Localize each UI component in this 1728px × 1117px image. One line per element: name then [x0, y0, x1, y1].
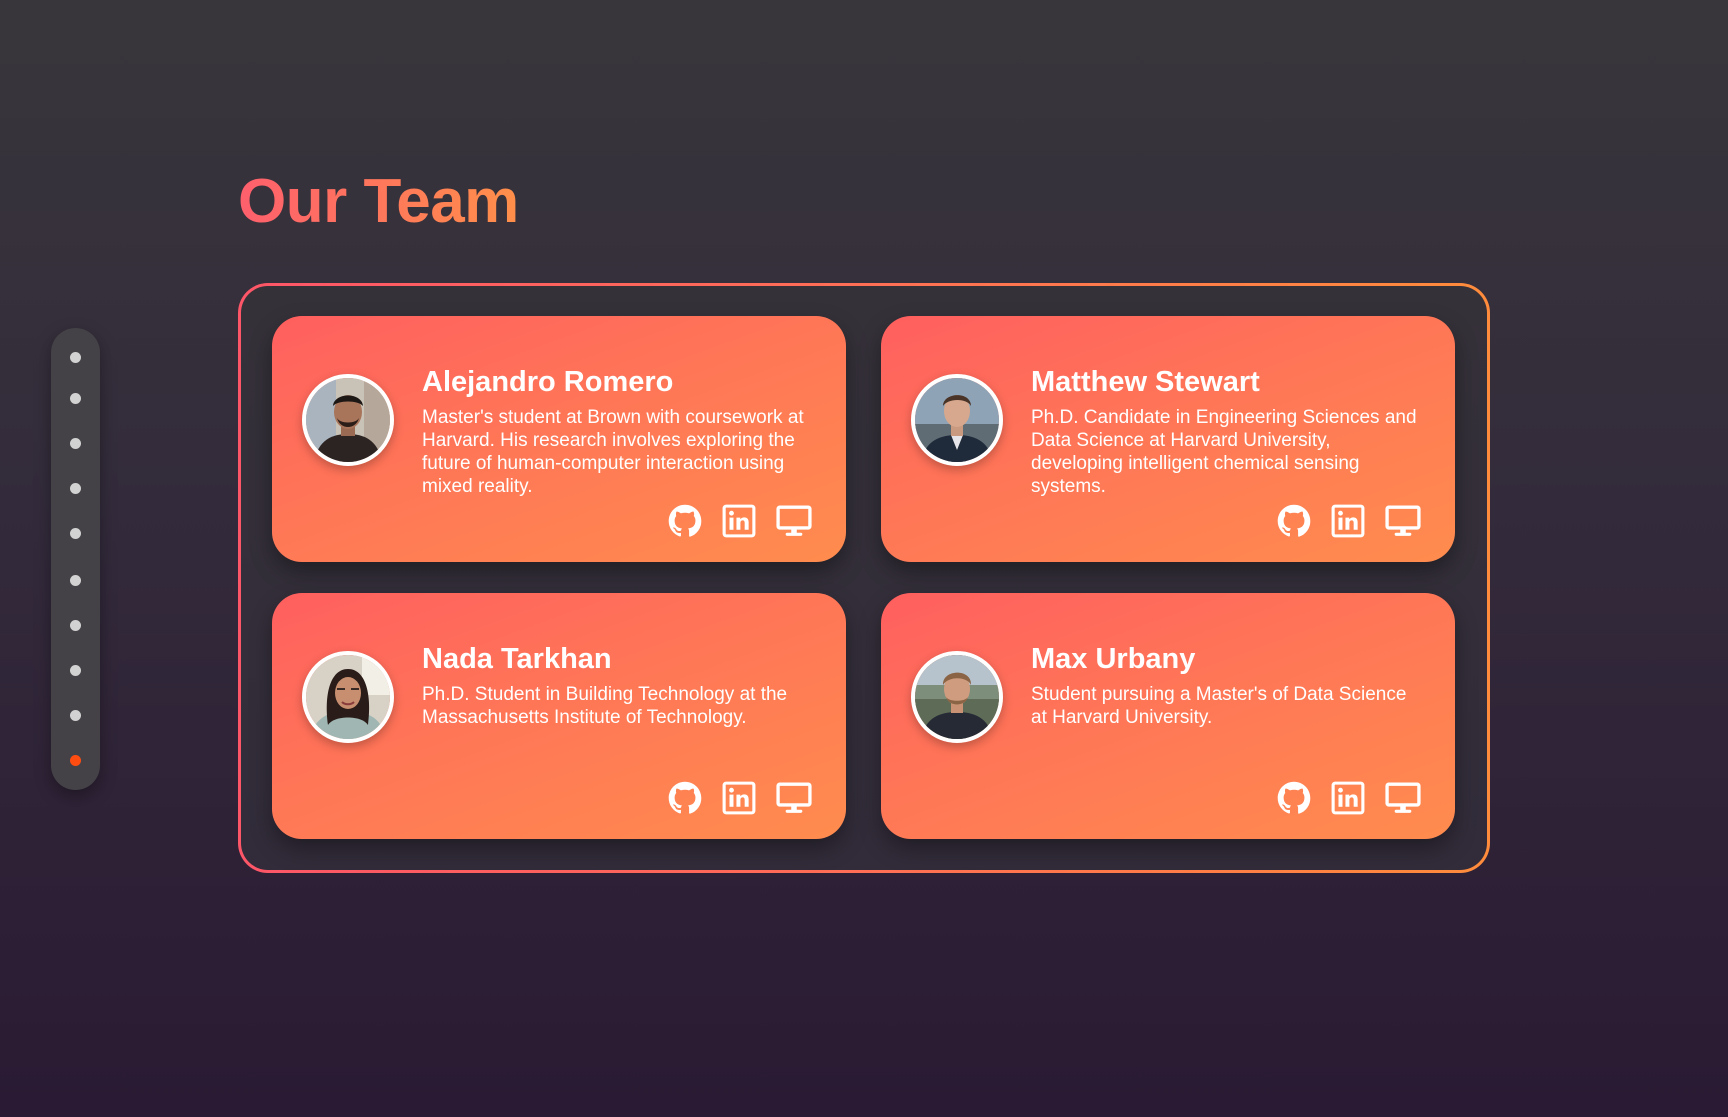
github-icon[interactable] — [668, 781, 702, 815]
nav-dot-10-active[interactable] — [70, 755, 81, 766]
team-card-max-urbany: Max Urbany Student pursuing a Master's o… — [881, 593, 1455, 839]
nav-dot-9[interactable] — [70, 710, 81, 721]
monitor-icon[interactable] — [776, 781, 812, 815]
monitor-icon[interactable] — [776, 504, 812, 538]
avatar-photo — [911, 651, 1003, 743]
avatar-photo — [302, 651, 394, 743]
member-bio: Ph.D. Student in Building Technology at … — [422, 684, 788, 728]
member-bio: Student pursuing a Master's of Data Scie… — [1031, 684, 1407, 728]
monitor-icon[interactable] — [1385, 504, 1421, 538]
github-icon[interactable] — [1277, 781, 1311, 815]
nav-dot-4[interactable] — [70, 483, 81, 494]
monitor-icon[interactable] — [1385, 781, 1421, 815]
team-card-matthew-stewart: Matthew Stewart Ph.D. Candidate in Engin… — [881, 316, 1455, 562]
section-dot-nav — [51, 328, 100, 790]
member-name: Matthew Stewart — [1031, 366, 1260, 398]
nav-dot-1[interactable] — [70, 352, 81, 363]
github-icon[interactable] — [668, 504, 702, 538]
avatar-photo — [911, 374, 1003, 466]
linkedin-icon[interactable] — [722, 781, 756, 815]
social-links — [668, 781, 812, 815]
linkedin-icon[interactable] — [1331, 504, 1365, 538]
team-card-alejandro-romero: Alejandro Romero Master's student at Bro… — [272, 316, 846, 562]
linkedin-icon[interactable] — [722, 504, 756, 538]
social-links — [1277, 781, 1421, 815]
member-name: Max Urbany — [1031, 643, 1196, 675]
member-bio: Master's student at Brown with coursewor… — [422, 407, 804, 497]
nav-dot-6[interactable] — [70, 575, 81, 586]
nav-dot-8[interactable] — [70, 665, 81, 676]
nav-dot-3[interactable] — [70, 438, 81, 449]
nav-dot-2[interactable] — [70, 393, 81, 404]
member-bio: Ph.D. Candidate in Engineering Sciences … — [1031, 407, 1417, 497]
team-card-nada-tarkhan: Nada Tarkhan Ph.D. Student in Building T… — [272, 593, 846, 839]
nav-dot-7[interactable] — [70, 620, 81, 631]
nav-dot-5[interactable] — [70, 528, 81, 539]
linkedin-icon[interactable] — [1331, 781, 1365, 815]
github-icon[interactable] — [1277, 504, 1311, 538]
social-links — [1277, 504, 1421, 538]
member-name: Nada Tarkhan — [422, 643, 612, 675]
member-name: Alejandro Romero — [422, 366, 674, 398]
social-links — [668, 504, 812, 538]
avatar-photo — [302, 374, 394, 466]
page-title: Our Team — [238, 167, 519, 236]
